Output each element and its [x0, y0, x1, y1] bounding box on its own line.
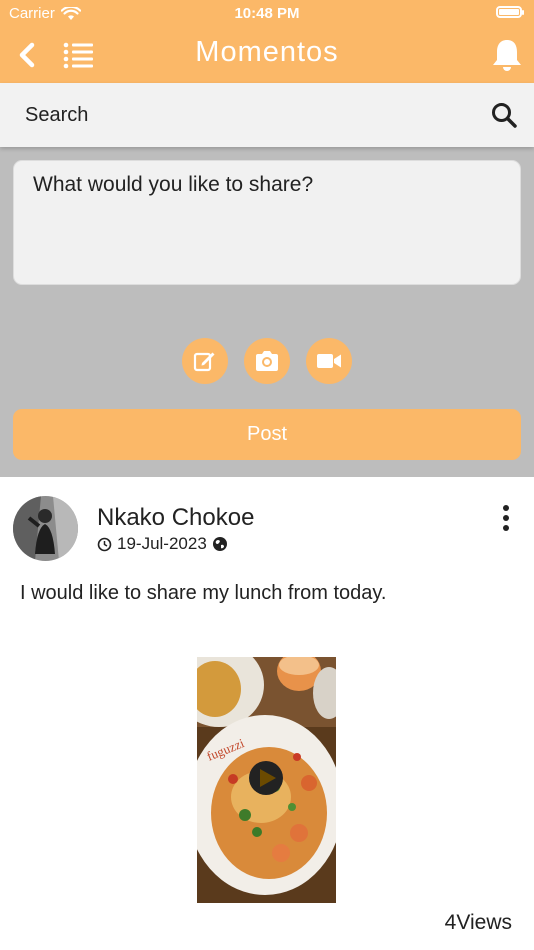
post-composer: What would you like to share? Post — [0, 147, 534, 477]
edit-icon — [193, 352, 215, 372]
video-camera-icon — [317, 354, 341, 368]
post-card: Nkako Chokoe 19-Jul-2023 I would like to… — [0, 477, 534, 950]
notifications-button[interactable] — [490, 34, 524, 76]
author-photo — [13, 496, 78, 561]
clock: 10:48 PM — [234, 5, 300, 22]
avatar[interactable] — [13, 496, 78, 561]
post-date: 19-Jul-2023 — [117, 534, 207, 553]
composer-actions — [0, 338, 534, 384]
globe-icon — [212, 537, 227, 551]
post-button[interactable]: Post — [13, 409, 521, 460]
post-meta: 19-Jul-2023 — [97, 534, 228, 554]
battery-icon — [496, 6, 524, 18]
video-button[interactable] — [306, 338, 352, 384]
share-placeholder: What would you like to share? — [33, 173, 314, 196]
video-thumbnail: fuguzzi — [197, 657, 336, 903]
more-dot — [503, 505, 509, 511]
views-count: 4Views — [444, 911, 512, 934]
status-bar: Carrier 10:48 PM — [0, 0, 534, 28]
share-text-input[interactable]: What would you like to share? — [13, 160, 521, 285]
clock-icon — [97, 537, 112, 551]
search-button[interactable] — [490, 101, 518, 129]
photo-button[interactable] — [244, 338, 290, 384]
search-icon — [492, 103, 517, 128]
more-dot — [503, 525, 509, 531]
post-options-button[interactable] — [498, 505, 514, 531]
search-input[interactable]: Search — [25, 104, 88, 127]
write-button[interactable] — [182, 338, 228, 384]
post-text: I would like to share my lunch from toda… — [20, 582, 387, 604]
post-video[interactable]: fuguzzi — [197, 657, 336, 903]
app-header: Momentos — [0, 28, 534, 83]
author-name[interactable]: Nkako Chokoe — [97, 504, 254, 532]
camera-icon — [256, 351, 278, 371]
search-bar[interactable]: Search — [0, 83, 534, 147]
bell-icon — [493, 40, 521, 71]
app-title: Momentos — [195, 36, 339, 68]
more-dot — [503, 515, 509, 521]
